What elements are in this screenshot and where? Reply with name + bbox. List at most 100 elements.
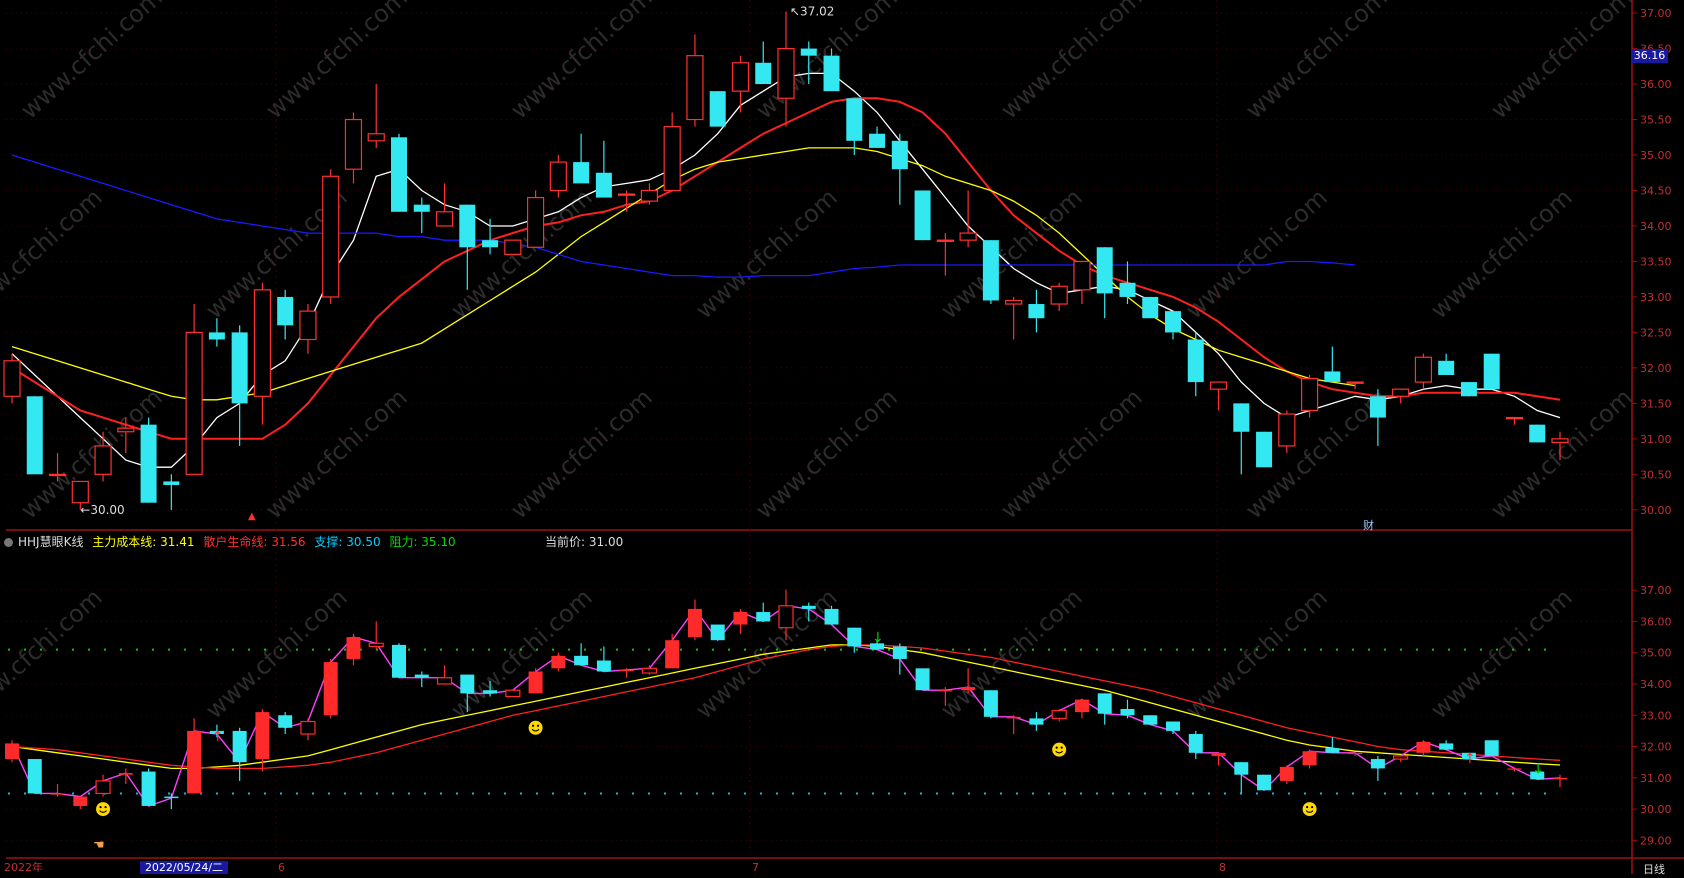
indicator-candle-body [323, 662, 338, 716]
candle-body [686, 55, 704, 121]
indicator-candle-body [733, 612, 748, 625]
low-price-label: ←30.00 [80, 503, 124, 517]
y-tick-label: 30.50 [1640, 468, 1672, 481]
watermark-text: www.cfchi.com [15, 0, 167, 124]
indicator-candle-body [1279, 766, 1294, 781]
candle-body [982, 240, 999, 301]
indicator-candle-body [619, 669, 634, 672]
candle-body [663, 126, 681, 192]
indicator-candle-body [687, 608, 702, 638]
indicator-candle-body [27, 759, 42, 794]
y-tick-label: 31.50 [1640, 397, 1672, 410]
current-price-tag: 36.16 [1631, 49, 1668, 63]
indicator-candle-body [1302, 751, 1317, 766]
candle-body [755, 62, 772, 85]
x-tick-label: 6 [278, 861, 285, 874]
indicator-candle-body [961, 687, 976, 691]
smiley-eye [1305, 805, 1309, 809]
indicator-candle-body [596, 660, 611, 672]
watermark-text: www.cfchi.com [1485, 383, 1637, 524]
event-marker-icon: ▲ [248, 511, 256, 522]
candle-body [777, 47, 795, 99]
indicator-candle-body [95, 780, 111, 795]
smiley-eye [536, 724, 540, 727]
indicator-candle-body [1393, 755, 1409, 760]
watermark-text: www.cfchi.com [995, 0, 1147, 124]
candle-body [1346, 381, 1364, 384]
candle-body [3, 360, 21, 397]
candle-body [1414, 356, 1433, 383]
candle-body [914, 190, 931, 241]
candle-body [71, 480, 89, 504]
y-tick-label: 33.00 [1640, 709, 1672, 722]
watermark-text: www.cfchi.com [445, 583, 597, 724]
indicator-candle-body [187, 730, 202, 794]
candle-body [1096, 247, 1113, 294]
indicator-candle-body [505, 689, 521, 698]
candle-body [344, 118, 363, 170]
smiley-icon [1302, 802, 1317, 817]
candle-body [1256, 431, 1273, 468]
candle-body [1187, 339, 1204, 383]
finance-marker[interactable]: 财 [1363, 517, 1374, 533]
smiley-eye [531, 724, 535, 727]
indicator-candle-body [1507, 768, 1522, 770]
indicator-candle-body [1234, 762, 1249, 775]
indicator-candle-body [1120, 709, 1135, 716]
candle-body [618, 193, 636, 196]
candle-body [869, 133, 886, 148]
period-label[interactable]: 日线 [1643, 861, 1665, 877]
indicator-candle-body [1416, 741, 1431, 753]
kline-chart[interactable]: www.cfchi.com www.cfchi.com www.cfchi.com w… [0, 0, 1684, 874]
indicator-candle-body [801, 605, 816, 609]
y-tick-label: 35.00 [1640, 647, 1672, 660]
smiley-eye [104, 805, 107, 809]
chart-stage[interactable]: www.cfchi.com www.cfchi.com www.cfchi.com w… [0, 0, 1684, 874]
candle-body [253, 289, 272, 397]
indicator-candle-body [847, 627, 862, 647]
indicator-candle-body [368, 642, 384, 648]
sell-arrow-icon: ↓ [1532, 762, 1544, 778]
watermark-text: www.cfchi.com [260, 0, 412, 124]
indicator-candle-body [141, 771, 156, 806]
candle-body [846, 98, 863, 141]
buy-arrow-icon: ↑ [1464, 751, 1476, 767]
candle-body [1505, 416, 1524, 420]
smiley-eye [1060, 746, 1063, 749]
buy-arrow-icon: ↑ [212, 729, 224, 745]
x-tick-label: 2022年 [4, 860, 43, 874]
indicator-candle-body [118, 773, 133, 775]
smiley-icon [96, 802, 111, 817]
collapse-icon[interactable] [4, 538, 13, 547]
candle-body [231, 332, 248, 404]
indicator-candle-body [1006, 716, 1021, 719]
indicator-candle-body [756, 612, 771, 622]
candle-body [26, 396, 43, 475]
legend-resistance: 阻力: 35.10 [389, 535, 456, 549]
indicator-candle-body [938, 690, 953, 692]
indicator-candle-body [392, 644, 406, 678]
watermark-text: www.cfchi.com [1180, 183, 1332, 324]
indicator-candle-body [574, 655, 589, 666]
indicator-candle-body [824, 608, 839, 625]
indicator-candle-body [50, 793, 65, 795]
watermark-text: www.cfchi.com [750, 383, 902, 524]
watermark-text: www.cfchi.com [0, 583, 108, 724]
indicator-candle-body [1074, 699, 1089, 713]
indicator-candle-body [1348, 752, 1363, 754]
y-tick-label: 33.50 [1640, 255, 1672, 268]
indicator-candle-body [983, 690, 998, 717]
candle-body [391, 137, 407, 212]
candle-body [1005, 299, 1023, 305]
y-tick-label: 30.00 [1640, 803, 1672, 816]
candle-body [1233, 403, 1250, 432]
y-tick-label: 29.00 [1640, 834, 1672, 847]
y-tick-label: 34.00 [1640, 220, 1672, 233]
candle-body [526, 196, 545, 248]
watermark-text: www.cfchi.com [690, 183, 842, 324]
candle-body [504, 239, 522, 255]
candle-body [731, 62, 750, 92]
y-tick-label: 32.00 [1640, 362, 1672, 375]
candle-body [435, 211, 454, 227]
ma-line-ma60 [11, 154, 1356, 278]
